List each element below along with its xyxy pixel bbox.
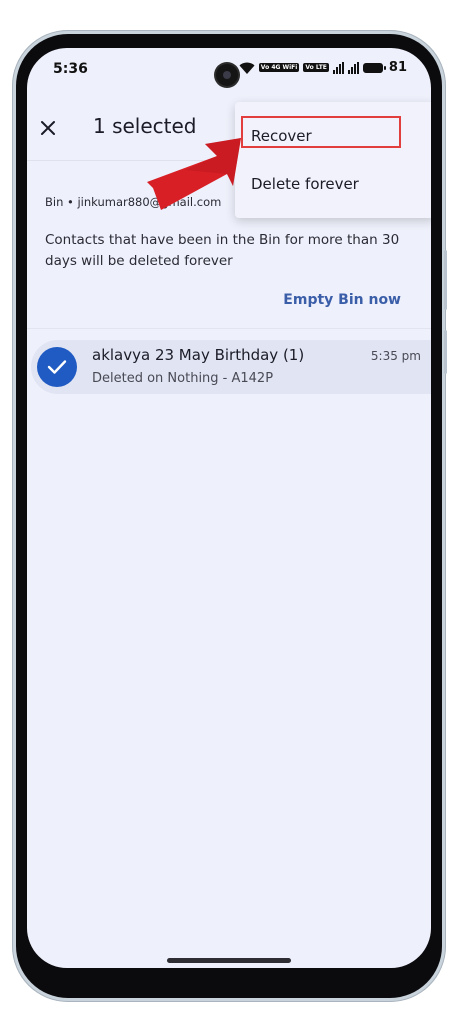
selection-count-title: 1 selected (93, 114, 197, 138)
empty-bin-button[interactable]: Empty Bin now (283, 292, 401, 308)
contact-time: 5:35 pm (370, 349, 421, 363)
menu-item-recover[interactable]: Recover (251, 127, 312, 145)
battery-icon (362, 62, 386, 73)
contact-deleted-info: Deleted on Nothing - A142P (92, 371, 274, 386)
power-button (444, 330, 447, 374)
volte-icon-2: Vo LTE (303, 63, 329, 72)
contact-row[interactable]: aklavya 23 May Birthday (1) Deleted on N… (31, 340, 431, 394)
menu-item-delete-forever[interactable]: Delete forever (251, 175, 359, 193)
contact-name: aklavya 23 May Birthday (1) (92, 346, 305, 364)
status-icons: Vo 4G WiFi Vo LTE 81 (239, 60, 407, 75)
signal-icon-2 (347, 61, 359, 74)
status-time: 5:36 (53, 61, 88, 77)
close-icon[interactable] (39, 119, 57, 137)
volume-button (444, 250, 447, 310)
bin-info-text: Contacts that have been in the Bin for m… (45, 232, 400, 269)
selected-check-avatar[interactable] (37, 347, 77, 387)
overflow-menu: Recover Delete forever (235, 102, 431, 218)
home-indicator[interactable] (167, 958, 291, 963)
wifi-icon (239, 62, 255, 74)
section-divider (27, 328, 431, 329)
check-icon (47, 360, 67, 374)
phone-screen: 5:36 Vo 4G WiFi Vo LTE 81 1 selected Bin… (27, 48, 431, 968)
front-camera (216, 64, 238, 86)
battery-level: 81 (388, 60, 407, 75)
signal-icon (332, 61, 344, 74)
volte-icon: Vo 4G WiFi (258, 63, 300, 72)
status-bar: 5:36 Vo 4G WiFi Vo LTE 81 (27, 48, 431, 92)
red-pointer-arrow (147, 138, 241, 210)
